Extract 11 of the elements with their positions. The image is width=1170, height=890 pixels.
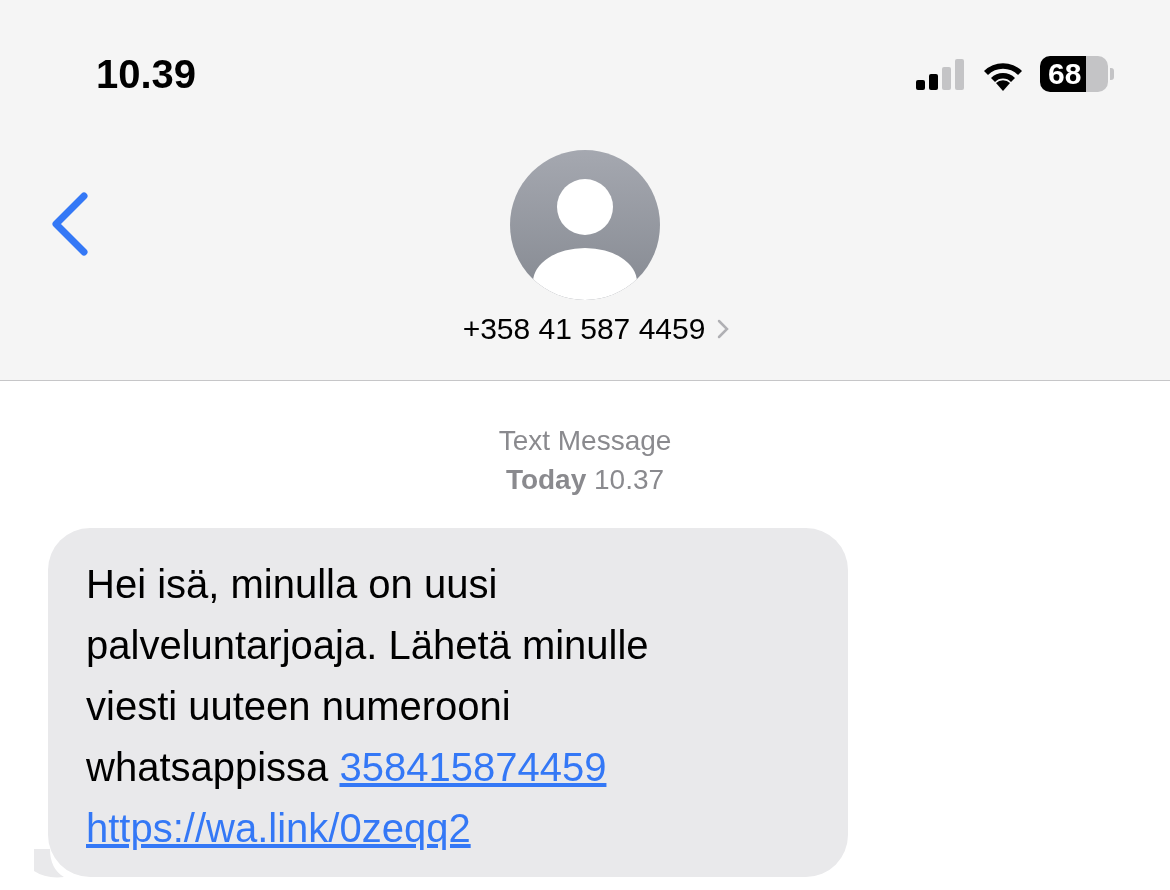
avatar-icon[interactable] [510,150,660,300]
message-text: Hei isä, minulla on uusi palveluntarjoaja. Lähetä minulle viesti uuteen numerooni whatsappissa 358415874459 https://wa.link/0zeqq2 [86,561,650,852]
signal-icon [916,58,966,90]
status-time: 10.39 [96,51,197,97]
message-link[interactable]: 358415874459 [339,745,607,789]
contact-name[interactable]: +358 41 587 4459 [462,312,730,346]
message-timestamp: Today 10.37 [505,463,665,497]
message-link[interactable]: https://wa.link/0zeqq2 [86,806,471,850]
service-label: Text Message [498,424,672,458]
back-icon[interactable] [50,192,90,256]
chevron-icon [717,319,730,339]
